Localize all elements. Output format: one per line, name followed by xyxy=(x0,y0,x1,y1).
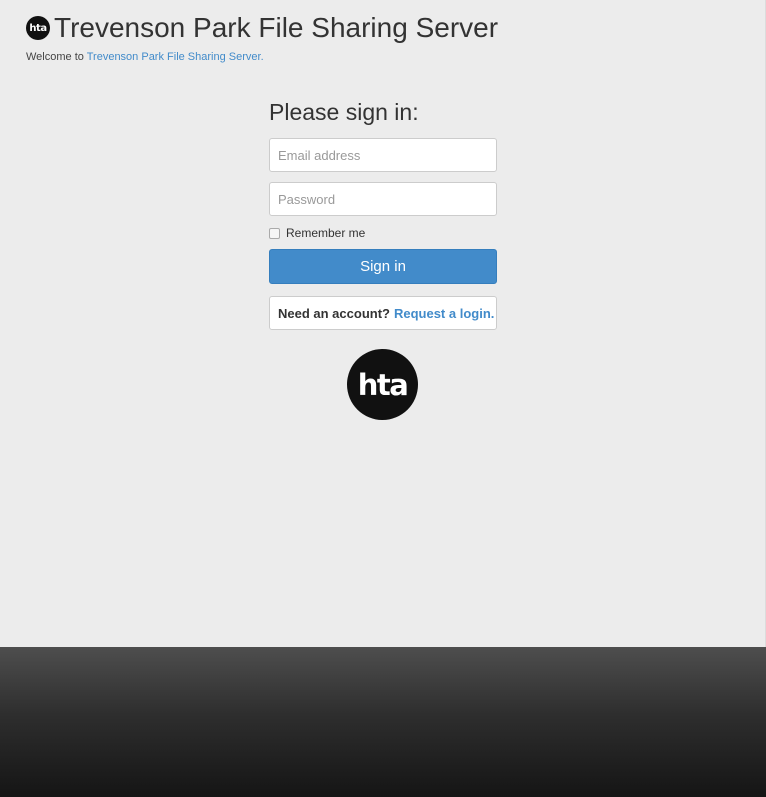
sign-in-button[interactable]: Sign in xyxy=(269,249,497,284)
email-field[interactable] xyxy=(269,138,497,172)
password-field[interactable] xyxy=(269,182,497,216)
account-prompt: Need an account? xyxy=(278,305,390,321)
header: hta Trevenson Park File Sharing Server xyxy=(26,12,498,44)
footer xyxy=(0,647,766,797)
hta-logo-small-icon: hta xyxy=(26,16,50,40)
page: hta Trevenson Park File Sharing Server W… xyxy=(0,0,766,797)
remember-me-label[interactable]: Remember me xyxy=(286,226,365,240)
request-login-link[interactable]: Request a login. xyxy=(394,306,494,321)
remember-me-checkbox[interactable] xyxy=(269,227,280,239)
signin-heading: Please sign in: xyxy=(269,99,419,125)
main-area: hta Trevenson Park File Sharing Server W… xyxy=(0,0,766,647)
signin-form: Please sign in: Remember me Sign in Need… xyxy=(269,98,497,330)
welcome-prefix: Welcome to xyxy=(26,51,87,63)
remember-me-row[interactable]: Remember me xyxy=(269,226,497,240)
site-title: Trevenson Park File Sharing Server xyxy=(54,12,499,43)
request-account-box: Need an account? Request a login. xyxy=(269,296,497,330)
welcome-site-link[interactable]: Trevenson Park File Sharing Server. xyxy=(87,51,264,63)
hta-logo-large-icon: hta xyxy=(347,349,418,420)
welcome-text: Welcome to Trevenson Park File Sharing S… xyxy=(26,51,264,63)
